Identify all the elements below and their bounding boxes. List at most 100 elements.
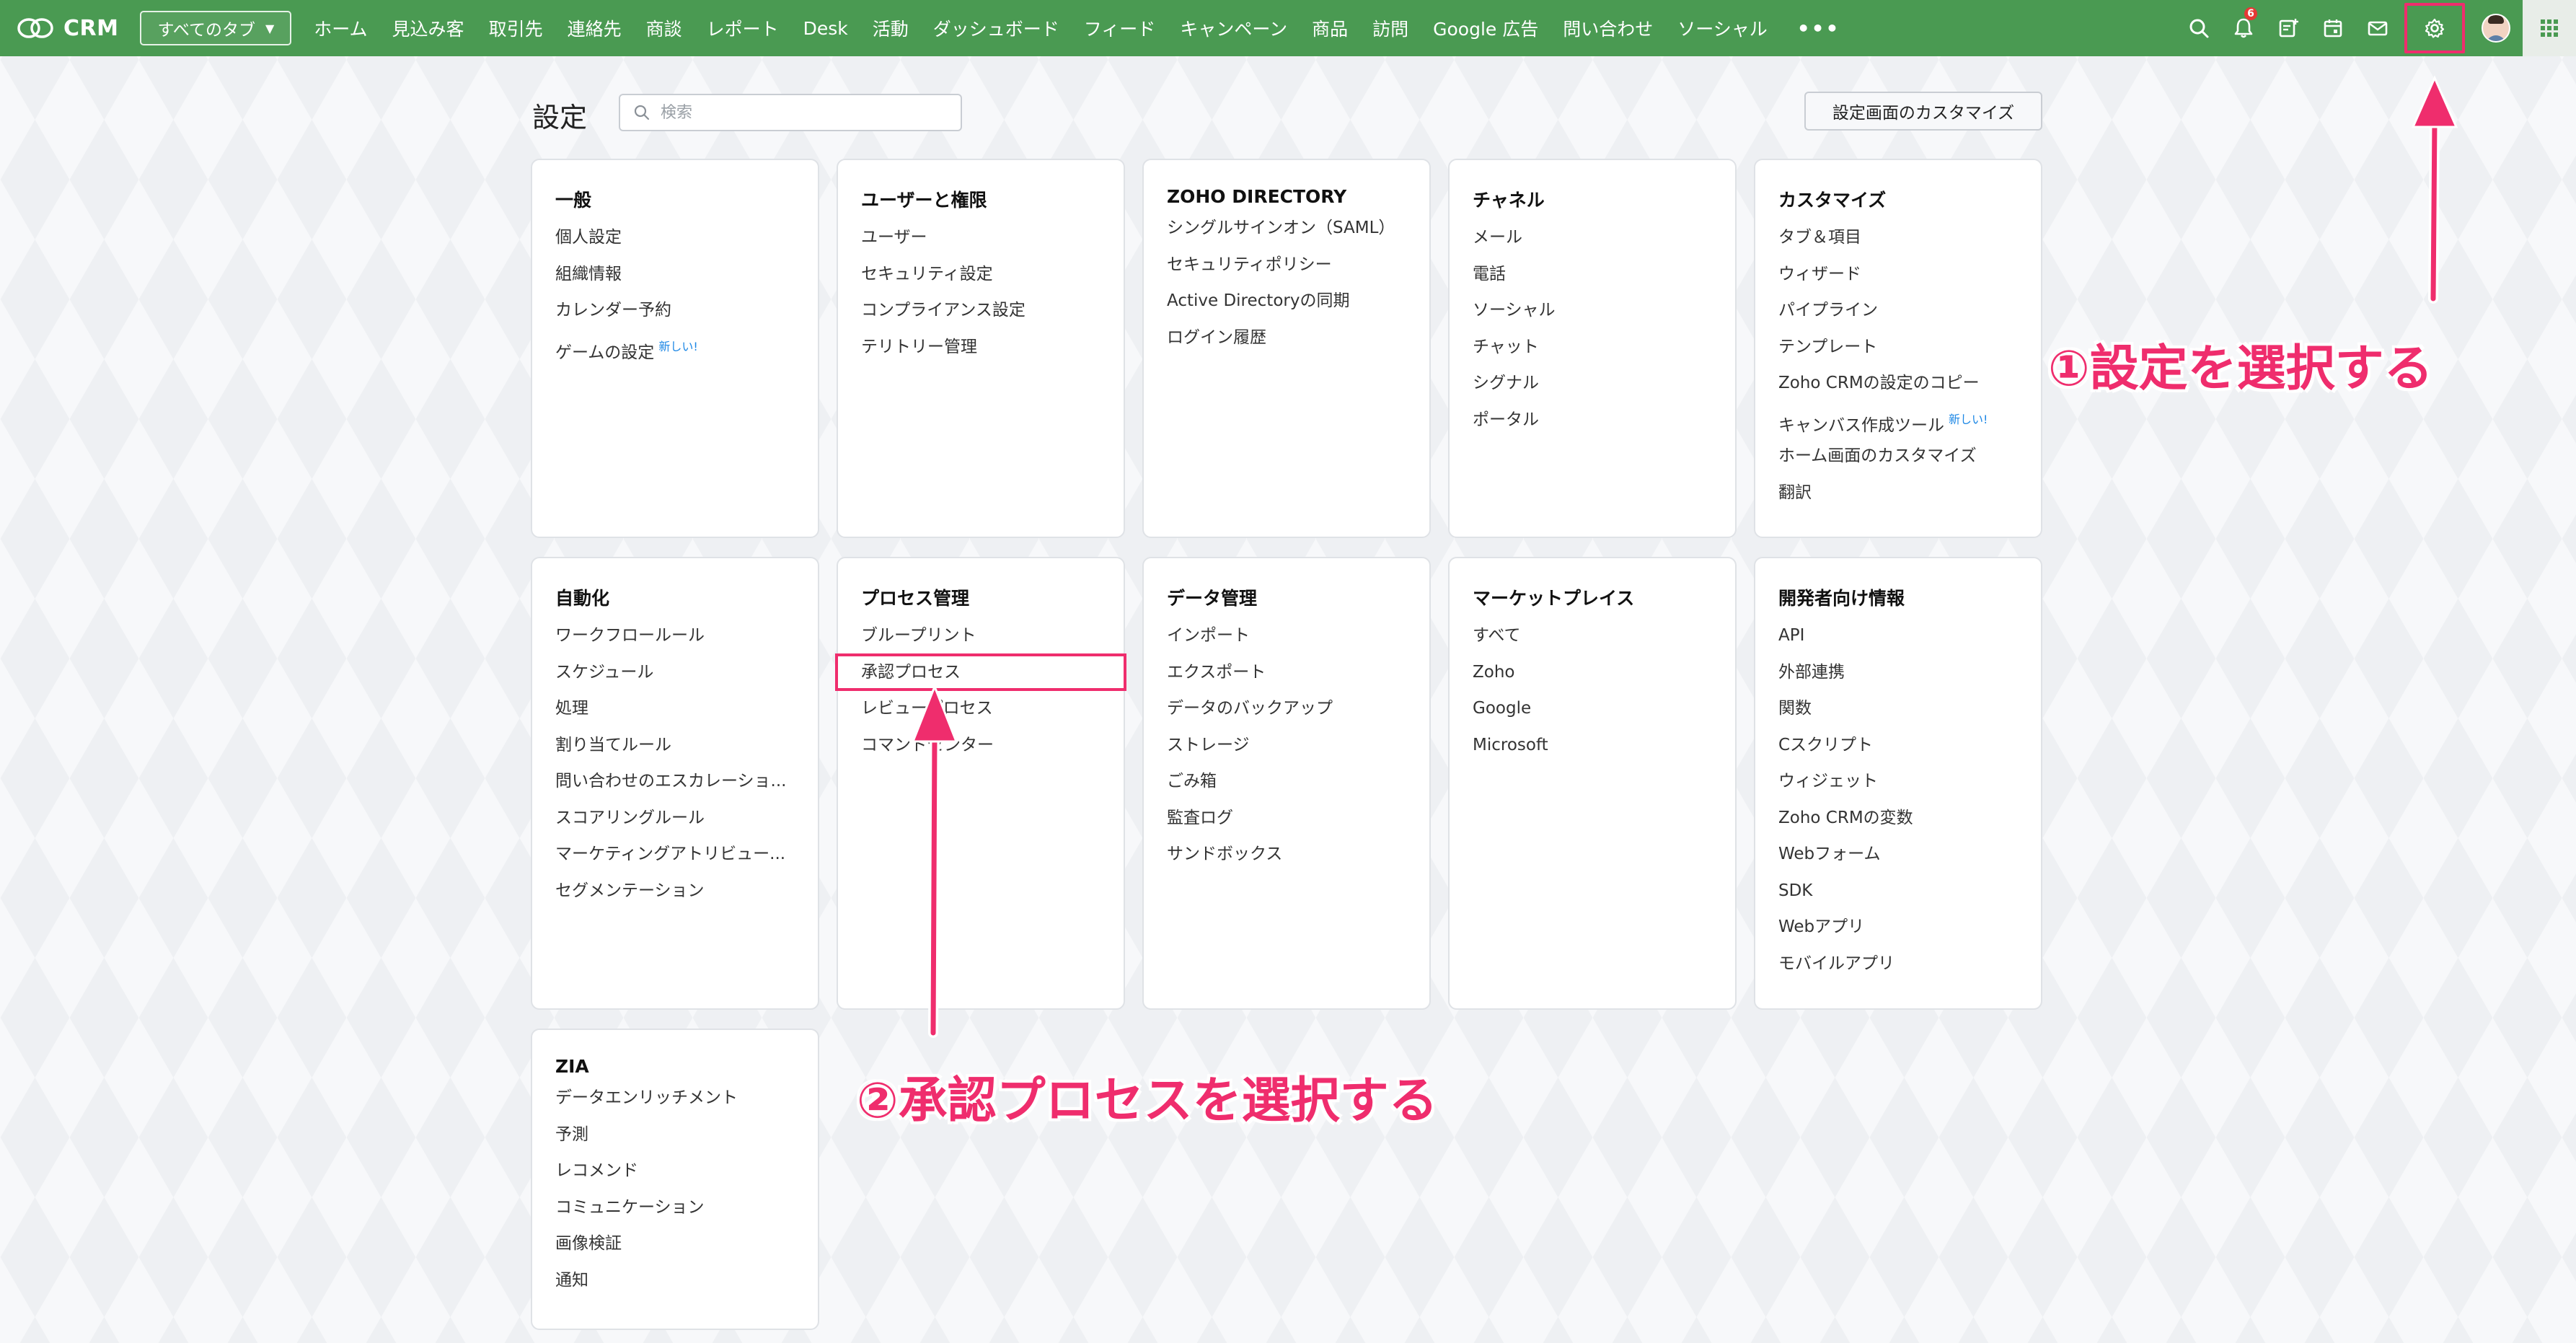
- tab-campaigns[interactable]: キャンペーン: [1168, 15, 1300, 41]
- tab-visits[interactable]: 訪問: [1360, 15, 1421, 41]
- tab-deals[interactable]: 商談: [634, 15, 694, 41]
- settings-link-review-process[interactable]: レビュープロセス: [861, 697, 1100, 734]
- settings-card-developer-space: 開発者向け情報 API 外部連携 関数 Cスクリプト ウィジェット Zoho C…: [1754, 557, 2042, 1010]
- settings-card-marketplace: マーケットプレイス すべて Zoho Google Microsoft: [1448, 557, 1737, 1010]
- settings-link-wizards[interactable]: ウィザード: [1778, 263, 2018, 300]
- settings-link-case-escalation[interactable]: 問い合わせのエスカレーショ...: [555, 770, 795, 807]
- customize-settings-button[interactable]: 設定画面のカスタマイズ: [1804, 92, 2042, 131]
- settings-link-client-script[interactable]: Cスクリプト: [1778, 734, 2018, 771]
- settings-link-signals[interactable]: シグナル: [1473, 372, 1712, 409]
- settings-link-social[interactable]: ソーシャル: [1473, 299, 1712, 336]
- settings-link-territory[interactable]: テリトリー管理: [861, 336, 1100, 373]
- settings-link-storage[interactable]: ストレージ: [1167, 734, 1406, 771]
- settings-link-calendar-booking[interactable]: カレンダー予約: [555, 299, 795, 336]
- tab-reports[interactable]: レポート: [694, 15, 791, 41]
- approval-process-highlight-box: [835, 653, 1126, 691]
- settings-link-data-enrichment[interactable]: データエンリッチメント: [555, 1087, 795, 1124]
- settings-link-users[interactable]: ユーザー: [861, 226, 1100, 263]
- settings-link-company[interactable]: 組織情報: [555, 263, 795, 300]
- tab-google-ads[interactable]: Google 広告: [1421, 15, 1551, 41]
- settings-button[interactable]: [2400, 0, 2469, 56]
- settings-link-telephony[interactable]: 電話: [1473, 263, 1712, 300]
- settings-link-functions[interactable]: 関数: [1778, 697, 2018, 734]
- all-tabs-dropdown[interactable]: すべてのタブ ▼: [140, 11, 292, 45]
- settings-link-data-backup[interactable]: データのバックアップ: [1167, 697, 1406, 734]
- quick-create-button[interactable]: [2266, 0, 2311, 56]
- settings-link-game[interactable]: ゲームの設定 新しい!: [555, 336, 795, 373]
- settings-link-sdk[interactable]: SDK: [1778, 880, 2018, 917]
- crm-logo[interactable]: CRM: [16, 16, 118, 41]
- settings-link-web-apps[interactable]: Webアプリ: [1778, 916, 2018, 953]
- tab-leads[interactable]: 見込み客: [380, 15, 477, 41]
- settings-link-portals[interactable]: ポータル: [1473, 409, 1712, 446]
- settings-link-marketing-attribution[interactable]: マーケティングアトリビュー...: [555, 843, 795, 880]
- settings-link-assignment-rules[interactable]: 割り当てルール: [555, 734, 795, 771]
- settings-link-marketplace-google[interactable]: Google: [1473, 697, 1712, 734]
- settings-link-prediction[interactable]: 予測: [555, 1124, 795, 1161]
- settings-link-segmentation[interactable]: セグメンテーション: [555, 880, 795, 917]
- settings-link-widgets[interactable]: ウィジェット: [1778, 770, 2018, 807]
- settings-link-import[interactable]: インポート: [1167, 625, 1406, 661]
- settings-link-recommendation[interactable]: レコメンド: [555, 1160, 795, 1197]
- mail-icon: [2368, 21, 2388, 36]
- settings-link-sso[interactable]: シングルサインオン（SAML）: [1167, 217, 1406, 254]
- settings-link-communication[interactable]: コミュニケーション: [555, 1197, 795, 1233]
- settings-link-image-validation[interactable]: 画像検証: [555, 1233, 795, 1269]
- settings-link-crm-variables[interactable]: Zoho CRMの変数: [1778, 807, 2018, 844]
- settings-link-modules-fields[interactable]: タブ＆項目: [1778, 226, 2018, 263]
- settings-link-schedules[interactable]: スケジュール: [555, 661, 795, 698]
- settings-link-login-history[interactable]: ログイン履歴: [1167, 327, 1406, 364]
- tab-inquiries[interactable]: 問い合わせ: [1551, 15, 1665, 41]
- settings-link-connections[interactable]: 外部連携: [1778, 661, 2018, 698]
- profile-button[interactable]: [2469, 0, 2523, 56]
- settings-link-notifications[interactable]: 通知: [555, 1269, 795, 1306]
- settings-link-chat[interactable]: チャット: [1473, 336, 1712, 373]
- settings-link-actions[interactable]: 処理: [555, 697, 795, 734]
- settings-link-command-center[interactable]: コマンドセンター: [861, 734, 1100, 771]
- settings-link-security-policy[interactable]: セキュリティポリシー: [1167, 254, 1406, 291]
- settings-link-recycle-bin[interactable]: ごみ箱: [1167, 770, 1406, 807]
- search-button[interactable]: [2176, 0, 2221, 56]
- tab-desk[interactable]: Desk: [791, 18, 860, 39]
- card-title: ZIA: [555, 1056, 589, 1077]
- settings-link-mobile-apps[interactable]: モバイルアプリ: [1778, 953, 2018, 990]
- settings-link-marketplace-zoho[interactable]: Zoho: [1473, 661, 1712, 698]
- tab-products[interactable]: 商品: [1300, 15, 1360, 41]
- settings-link-audit-log[interactable]: 監査ログ: [1167, 807, 1406, 844]
- settings-link-translations[interactable]: 翻訳: [1778, 482, 2018, 519]
- settings-link-canvas[interactable]: キャンバス作成ツール 新しい!: [1778, 409, 2018, 446]
- tab-contacts[interactable]: 連絡先: [555, 15, 634, 41]
- settings-card-zia: ZIA データエンリッチメント 予測 レコメンド コミュニケーション 画像検証 …: [531, 1029, 819, 1330]
- settings-link-marketplace-all[interactable]: すべて: [1473, 625, 1712, 661]
- settings-link-webforms[interactable]: Webフォーム: [1778, 843, 2018, 880]
- tab-accounts[interactable]: 取引先: [477, 15, 555, 41]
- tab-feeds[interactable]: フィード: [1072, 15, 1168, 41]
- calendar-button[interactable]: [2311, 0, 2355, 56]
- settings-link-ad-sync[interactable]: Active Directoryの同期: [1167, 290, 1406, 327]
- settings-link-compliance[interactable]: コンプライアンス設定: [861, 299, 1100, 336]
- settings-link-home-customization[interactable]: ホーム画面のカスタマイズ: [1778, 445, 2018, 482]
- settings-link-workflow-rules[interactable]: ワークフロールール: [555, 625, 795, 661]
- top-navigation-bar: CRM すべてのタブ ▼ ホーム 見込み客 取引先 連絡先 商談 レポート De…: [0, 0, 2576, 56]
- mail-button[interactable]: [2355, 0, 2400, 56]
- settings-link-security[interactable]: セキュリティ設定: [861, 263, 1100, 300]
- settings-link-export[interactable]: エクスポート: [1167, 661, 1406, 698]
- settings-link-sandbox[interactable]: サンドボックス: [1167, 843, 1406, 880]
- settings-link-scoring-rules[interactable]: スコアリングルール: [555, 807, 795, 844]
- tab-activities[interactable]: 活動: [860, 15, 921, 41]
- settings-link-email[interactable]: メール: [1473, 226, 1712, 263]
- search-input[interactable]: [659, 102, 950, 123]
- apps-launcher-button[interactable]: [2523, 0, 2576, 56]
- tab-dashboards[interactable]: ダッシュボード: [921, 15, 1072, 41]
- settings-link-api[interactable]: API: [1778, 625, 2018, 661]
- settings-link-marketplace-microsoft[interactable]: Microsoft: [1473, 734, 1712, 771]
- settings-link-pipelines[interactable]: パイプライン: [1778, 299, 2018, 336]
- settings-link-personal[interactable]: 個人設定: [555, 226, 795, 263]
- settings-link-templates[interactable]: テンプレート: [1778, 336, 2018, 373]
- settings-card-channels: チャネル メール 電話 ソーシャル チャット シグナル ポータル: [1448, 159, 1737, 538]
- more-tabs-button[interactable]: •••: [1780, 17, 1858, 40]
- notifications-button[interactable]: 6: [2221, 0, 2266, 56]
- tab-home[interactable]: ホーム: [301, 15, 379, 41]
- settings-link-copy-customization[interactable]: Zoho CRMの設定のコピー: [1778, 372, 2018, 409]
- tab-social[interactable]: ソーシャル: [1665, 15, 1780, 41]
